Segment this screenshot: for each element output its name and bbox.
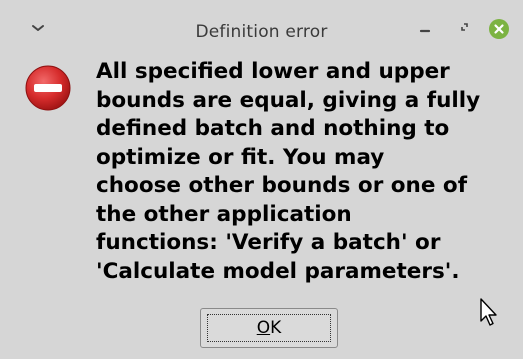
error-message: All specified lower and upper bounds are… bbox=[96, 59, 481, 284]
maximize-icon[interactable] bbox=[456, 18, 474, 36]
mouse-pointer-icon bbox=[480, 298, 497, 326]
title-bar: Definition error bbox=[0, 0, 523, 56]
minimize-icon[interactable] bbox=[416, 20, 434, 38]
ok-button-label: OK bbox=[201, 318, 337, 338]
ok-label-rest: K bbox=[270, 318, 282, 338]
dialog-window: Definition error All specified lower and… bbox=[0, 0, 523, 359]
close-icon[interactable] bbox=[488, 18, 510, 40]
window-title: Definition error bbox=[195, 22, 328, 42]
ok-button[interactable]: OK bbox=[200, 308, 338, 348]
ok-mnemonic: O bbox=[256, 318, 271, 338]
error-icon bbox=[25, 65, 71, 111]
